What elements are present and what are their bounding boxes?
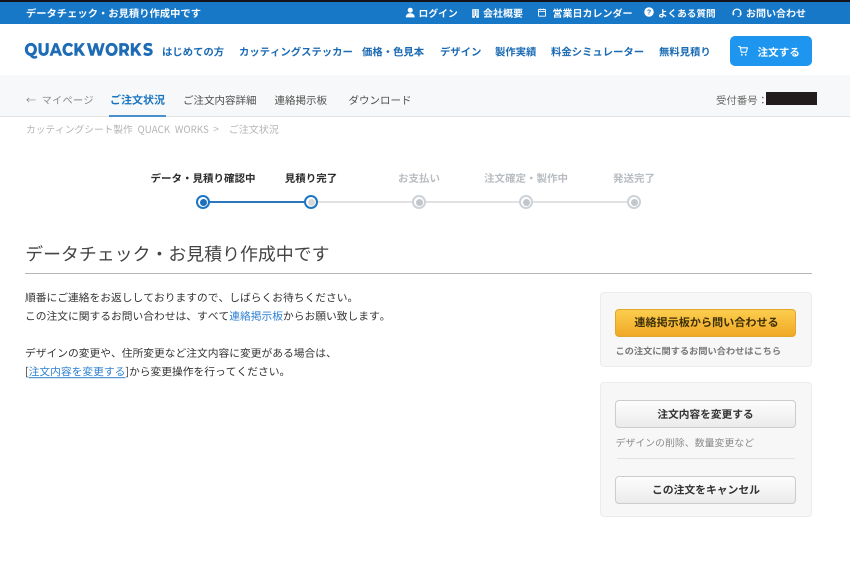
svg-text:?: ?	[647, 9, 651, 17]
